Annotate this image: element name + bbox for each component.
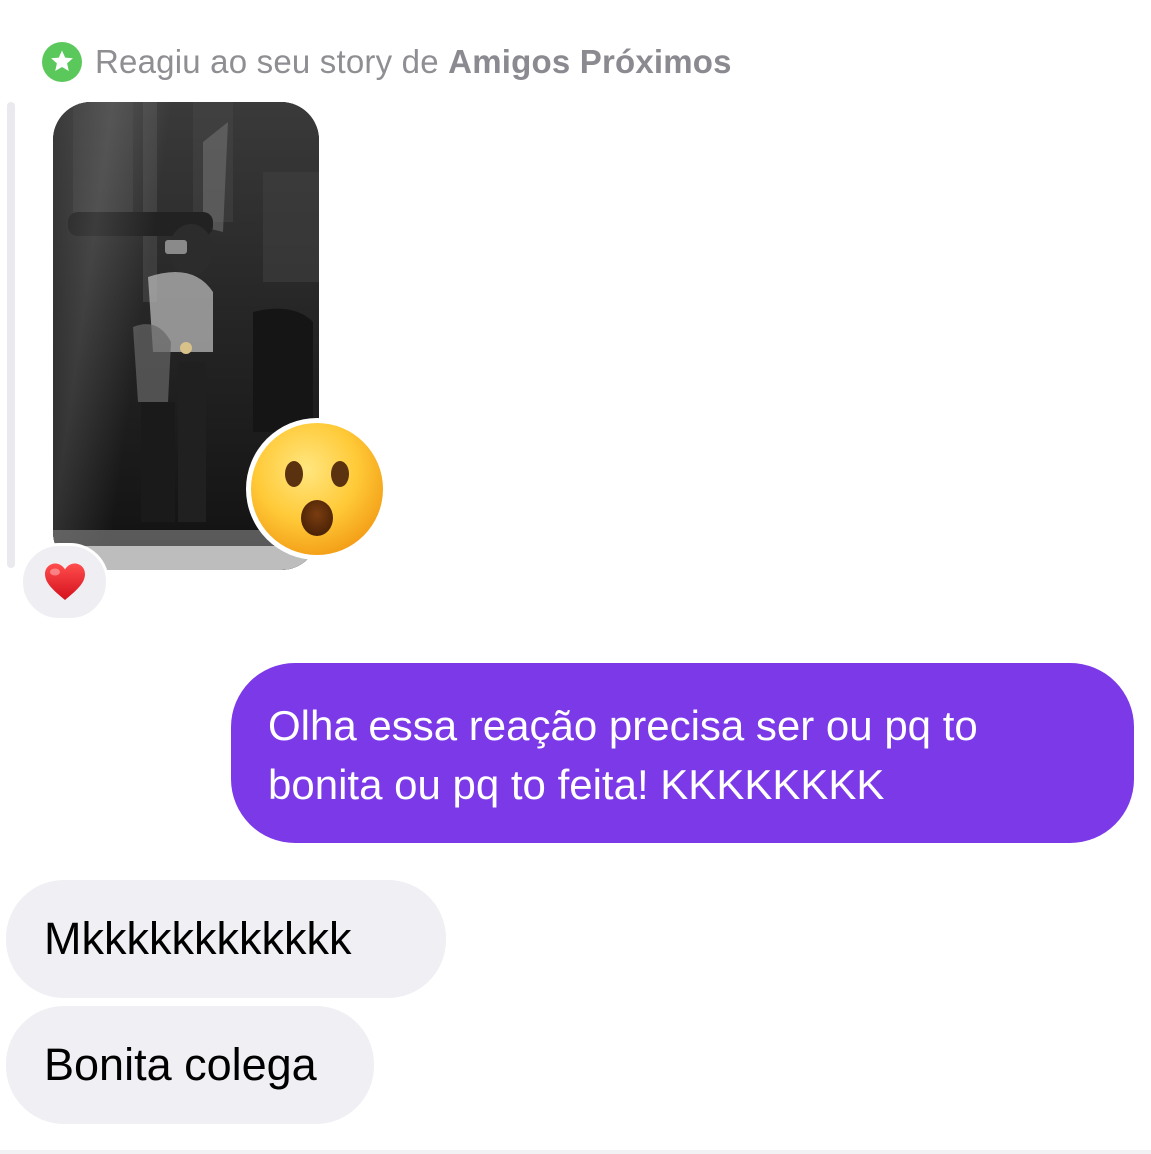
heart-reaction[interactable] [20,543,109,621]
message-bubble-received[interactable]: Mkkkkkkkkkkkk [6,880,446,998]
story-reply-header: Reagiu ao seu story de Amigos Próximos [42,40,732,84]
reaction-emoji [244,416,390,562]
heart-icon [44,563,85,600]
message-bubble-sent[interactable]: Olha essa reação precisa ser ou pq to bo… [231,663,1134,843]
message-text: Olha essa reação precisa ser ou pq to bo… [268,702,978,808]
message-text: Bonita colega [44,1039,317,1090]
message-text: Mkkkkkkkkkkkk [44,913,352,964]
close-friends-label: Amigos Próximos [448,43,732,80]
star-icon [42,42,82,82]
story-reply-prefix: Reagiu ao seu story de [95,43,449,80]
reply-indicator-bar [7,102,15,568]
composer-edge [0,1150,1151,1154]
story-reply-label: Reagiu ao seu story de Amigos Próximos [95,43,732,81]
message-bubble-received[interactable]: Bonita colega [6,1006,374,1124]
